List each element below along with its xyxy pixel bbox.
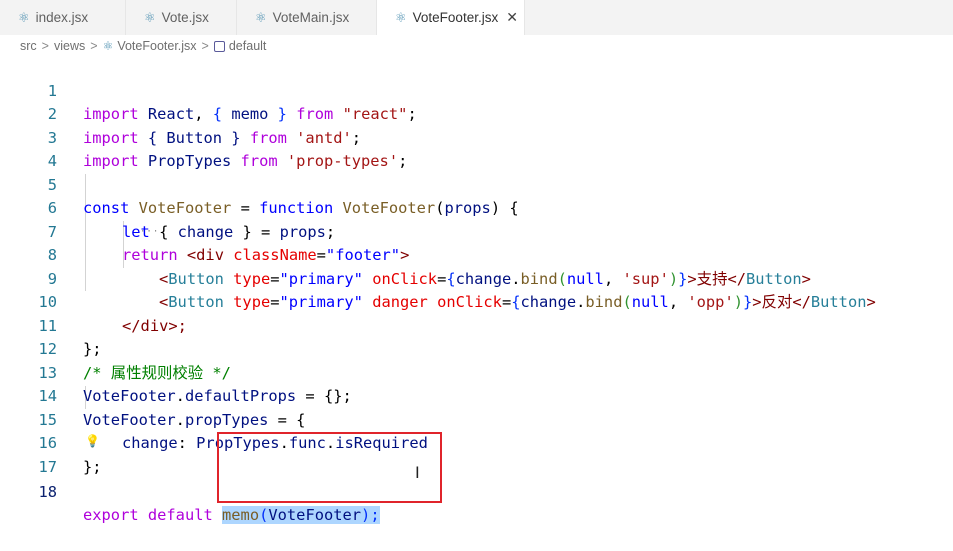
code-line: 14 VoteFooter.propTypes = { bbox=[0, 362, 305, 429]
chevron-right-icon: > bbox=[201, 39, 209, 53]
breadcrumb-src[interactable]: src bbox=[20, 39, 37, 53]
react-file-icon: ⚛ bbox=[395, 9, 407, 25]
lightbulb-icon[interactable]: 💡 bbox=[85, 434, 100, 448]
code-line: 10 </div>; bbox=[0, 268, 186, 335]
code-line: 3 import PropTypes from 'prop-types'; bbox=[0, 103, 408, 171]
code-line: 8 <Button type="primary" onClick={change… bbox=[0, 221, 811, 288]
close-icon[interactable]: ✕ bbox=[506, 9, 518, 26]
symbol-icon bbox=[213, 40, 225, 52]
code-line: 17 bbox=[0, 432, 57, 476]
editor-tab-bar: ⚛ index.jsx ⚛ Vote.jsx ⚛ VoteMain.jsx ⚛ … bbox=[0, 0, 953, 35]
code-line: 13 VoteFooter.defaultProps = {}; bbox=[0, 338, 351, 406]
tab-votemain-jsx[interactable]: ⚛ VoteMain.jsx bbox=[237, 0, 377, 35]
react-file-icon: ⚛ bbox=[255, 9, 267, 25]
code-line: 11 }; bbox=[0, 291, 101, 359]
chevron-right-icon: > bbox=[90, 39, 98, 53]
code-line: 7 return <div className="footer"> bbox=[0, 197, 410, 265]
tab-votefooter-jsx[interactable]: ⚛ VoteFooter.jsx ✕ bbox=[377, 0, 525, 35]
code-line: 6 let { change } = props; bbox=[0, 174, 335, 241]
chevron-right-icon: > bbox=[41, 39, 49, 53]
code-line: 4 bbox=[0, 127, 57, 170]
tab-label: VoteFooter.jsx bbox=[412, 10, 499, 25]
code-line: 12 /* 属性规则校验 */ bbox=[0, 315, 231, 382]
breadcrumb-symbol[interactable]: default bbox=[229, 39, 267, 53]
react-file-icon: ⚛ bbox=[102, 39, 114, 53]
highlight-box bbox=[217, 432, 442, 503]
code-line: 18 export default memo(VoteFooter); bbox=[0, 457, 380, 524]
indent-guide bbox=[85, 174, 86, 291]
tab-label: VoteMain.jsx bbox=[272, 10, 350, 25]
code-editor[interactable]: 1 import React, { memo } from "react"; 2… bbox=[0, 56, 953, 525]
code-line: 16 }; bbox=[0, 409, 101, 476]
tab-vote-jsx[interactable]: ⚛ Vote.jsx bbox=[126, 0, 237, 35]
code-line: 5 const VoteFooter = function VoteFooter… bbox=[0, 150, 519, 218]
code-line: 9 <Button type="primary" danger onClick=… bbox=[0, 244, 876, 312]
tab-label: index.jsx bbox=[35, 10, 89, 25]
breadcrumb-file[interactable]: VoteFooter.jsx bbox=[117, 39, 196, 53]
react-file-icon: ⚛ bbox=[18, 9, 30, 25]
code-line: 2 import { Button } from 'antd'; bbox=[0, 80, 361, 147]
text-cursor-icon: I bbox=[415, 463, 420, 482]
code-line: 1 import React, { memo } from "react"; bbox=[0, 56, 417, 124]
tab-label: Vote.jsx bbox=[161, 10, 209, 25]
code-line: 15 change: PropTypes.func.isRequired bbox=[0, 385, 427, 453]
tab-index-jsx[interactable]: ⚛ index.jsx bbox=[0, 0, 126, 35]
selected-text: memo(VoteFooter); bbox=[222, 506, 380, 524]
breadcrumb: src > views > ⚛ VoteFooter.jsx > default bbox=[20, 36, 266, 56]
line-number: 18 bbox=[38, 482, 57, 501]
react-file-icon: ⚛ bbox=[144, 9, 156, 25]
breadcrumb-views[interactable]: views bbox=[54, 39, 85, 53]
